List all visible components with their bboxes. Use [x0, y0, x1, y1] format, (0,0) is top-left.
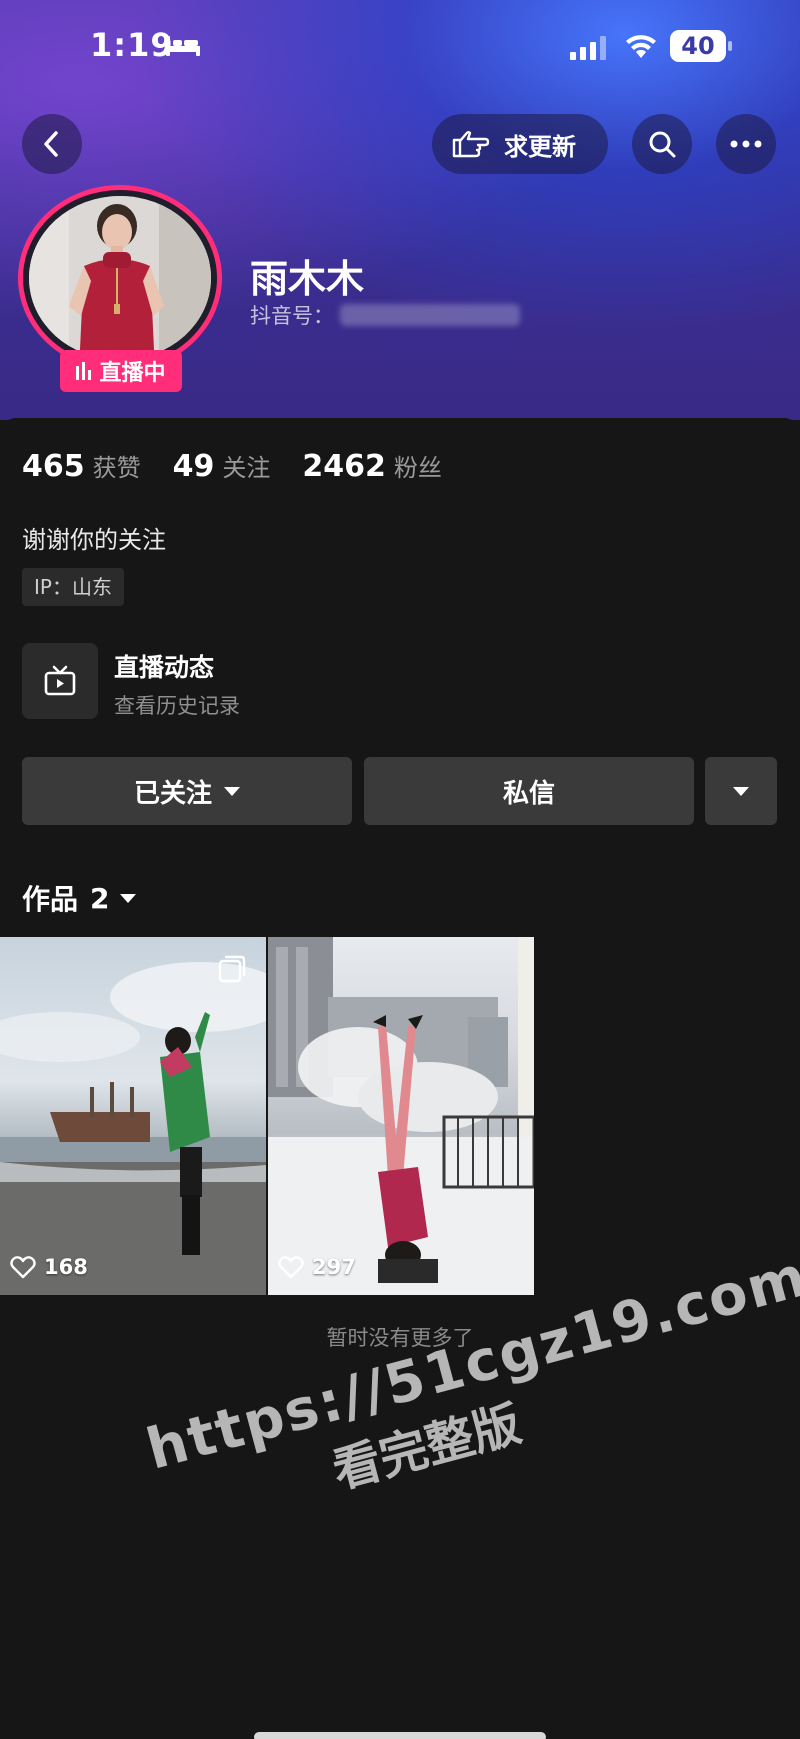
- multi-image-icon: [218, 955, 246, 983]
- live-bars-icon: [76, 362, 92, 380]
- stat-likes-value: 465: [22, 449, 85, 484]
- video-likes-count: 297: [312, 1255, 356, 1279]
- heart-icon: [10, 1256, 36, 1279]
- video-thumbnail[interactable]: 297: [268, 937, 534, 1295]
- stat-followers[interactable]: 2462 粉丝: [302, 448, 442, 484]
- stat-followers-label: 粉丝: [393, 454, 442, 482]
- works-label: 作品: [22, 883, 79, 916]
- status-bar: 1:19 40: [0, 0, 800, 92]
- more-actions-dropdown[interactable]: [705, 757, 777, 825]
- battery-indicator: 40: [670, 30, 732, 62]
- more-dots-icon: [730, 140, 762, 148]
- request-update-button[interactable]: 求更新: [432, 114, 608, 174]
- live-history-subtitle[interactable]: 查看历史记录: [114, 690, 240, 720]
- tv-icon: [44, 665, 76, 696]
- video-thumbnail[interactable]: 168: [0, 937, 266, 1295]
- more-options-button[interactable]: [716, 114, 776, 174]
- stat-likes-label: 获赞: [92, 454, 141, 482]
- caret-down-icon: [224, 786, 240, 796]
- douyin-id-blurred-value: [340, 304, 520, 326]
- video-likes: 297: [278, 1255, 356, 1279]
- avatar-border: [18, 185, 222, 371]
- status-time: 1:19: [90, 26, 174, 64]
- works-tab[interactable]: 作品 2: [22, 878, 136, 918]
- search-button[interactable]: [632, 114, 692, 174]
- stat-likes[interactable]: 465 获赞: [22, 448, 141, 484]
- stat-followers-value: 2462: [302, 449, 386, 484]
- battery-level: 40: [681, 32, 715, 60]
- avatar-photo: [29, 196, 211, 360]
- profile-nickname: 雨木木: [250, 257, 365, 301]
- profile-bio: 谢谢你的关注: [22, 526, 166, 554]
- douyin-id-row: 抖音号：: [250, 300, 520, 330]
- request-update-label: 求更新: [504, 132, 576, 161]
- caret-down-icon: [733, 786, 749, 796]
- home-indicator[interactable]: [254, 1732, 546, 1739]
- wifi-icon: [626, 35, 656, 58]
- message-button[interactable]: 私信: [364, 757, 694, 825]
- live-history-button[interactable]: [22, 643, 98, 719]
- works-count: 2: [90, 881, 110, 915]
- douyin-id-label: 抖音号：: [250, 304, 334, 328]
- search-icon: [649, 131, 676, 158]
- avatar[interactable]: [18, 185, 222, 371]
- stat-following-value: 49: [172, 449, 215, 484]
- video-likes-count: 168: [44, 1255, 88, 1279]
- sleep-focus-icon: [166, 36, 200, 56]
- live-badge-label: 直播中: [99, 361, 166, 386]
- caret-down-icon: [119, 893, 136, 903]
- following-button-label: 已关注: [133, 778, 212, 809]
- chevron-left-icon: [44, 131, 58, 157]
- profile-stats: 465 获赞 49 关注 2462 粉丝: [22, 448, 474, 484]
- live-history-title[interactable]: 直播动态: [114, 648, 214, 684]
- following-button[interactable]: 已关注: [22, 757, 352, 825]
- heart-icon: [278, 1256, 304, 1279]
- live-now-badge[interactable]: 直播中: [60, 350, 182, 392]
- message-button-label: 私信: [502, 778, 555, 809]
- back-button[interactable]: [22, 114, 82, 174]
- stat-following-label: 关注: [222, 454, 271, 482]
- pointing-hand-icon: [452, 131, 490, 158]
- ip-location-tag: IP：山东: [22, 568, 124, 606]
- cellular-signal-icon: [570, 36, 606, 60]
- stat-following[interactable]: 49 关注: [173, 448, 271, 484]
- video-likes: 168: [10, 1255, 88, 1279]
